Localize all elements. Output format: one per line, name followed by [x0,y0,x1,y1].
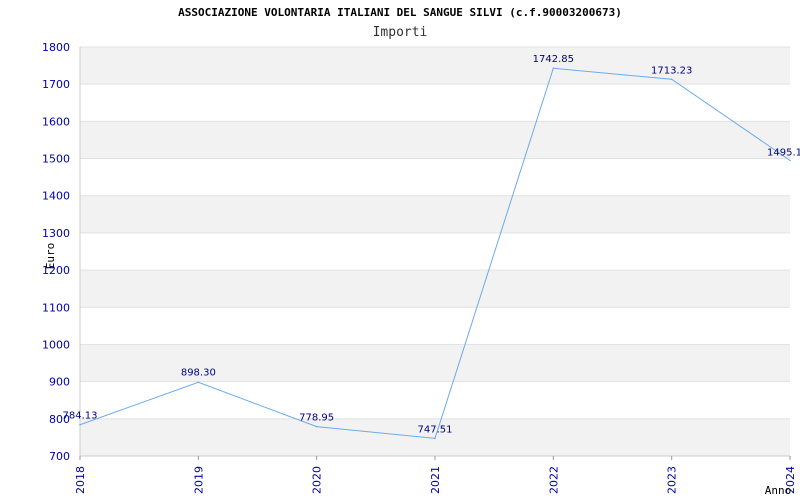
data-label: 1713.23 [651,65,692,76]
y-tick-label: 1300 [42,227,70,240]
data-label: 1742.85 [533,54,574,65]
x-tick-label: 2018 [74,466,87,494]
data-point [789,159,791,162]
grid-bands [80,47,790,456]
grid-band [80,121,790,159]
x-tick-labels: 2018 2019 2020 2021 2022 2023 2024 [74,466,797,494]
y-tick-label: 700 [49,450,70,463]
y-tick-label: 1400 [42,190,70,203]
grid-band [80,307,790,345]
data-label: 747.51 [418,424,453,435]
line-chart: 7008009001000110012001300140015001600170… [42,41,800,497]
data-point [552,67,555,70]
grid-band [80,84,790,122]
data-point [79,423,81,426]
x-tick-label: 2019 [192,466,205,494]
y-tick-label: 900 [49,376,70,389]
grid-band [80,381,790,419]
y-tick-label: 1100 [42,301,70,314]
grid-band [80,158,790,196]
data-label: 778.95 [299,413,334,424]
y-axis-label: Euro [44,243,57,270]
data-label: 898.30 [181,367,216,378]
y-tick-label: 1500 [42,153,70,166]
data-point [197,381,200,384]
x-axis-label: Anno [765,484,792,497]
grid-band [80,270,790,308]
x-tick-label: 2020 [311,466,324,494]
y-tick-label: 1000 [42,338,70,351]
data-label: 784.13 [63,411,98,422]
y-tick-label: 1800 [42,41,70,54]
y-tick-label: 1600 [42,115,70,128]
x-tick-label: 2023 [666,466,679,494]
data-label: 1495.1 [767,147,800,158]
x-tick-label: 2021 [429,466,442,494]
data-point [315,425,318,428]
y-tick-label: 1700 [42,78,70,91]
data-point [670,78,673,81]
grid-band [80,232,790,271]
x-tick-label: 2022 [547,466,560,494]
grid-band [80,195,790,233]
data-point [434,437,436,440]
